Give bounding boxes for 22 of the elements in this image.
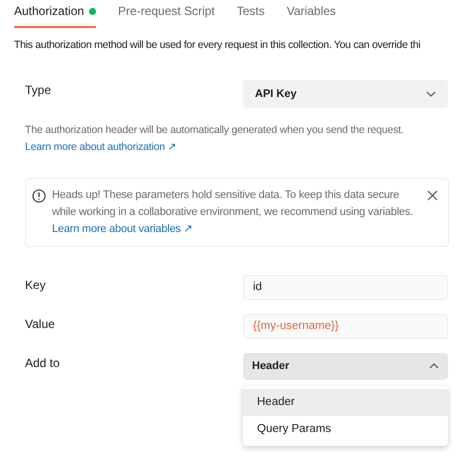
- close-icon[interactable]: [427, 190, 438, 201]
- description-text: This authorization method will be used for every request in this collection. You can override thi: [13, 38, 420, 53]
- tab[interactable]: Variables: [286, 2, 336, 28]
- chevron-icon: [426, 90, 436, 97]
- field-label: Add to: [25, 354, 61, 372]
- variables-link[interactable]: Learn more about variables ↗: [52, 222, 192, 235]
- alert-text: Heads up! These parameters hold sensitive data. To keep this data secure while working in a collaborative environment, we recommend using variables. Learn more about variables ↗: [52, 188, 414, 237]
- authorization-link[interactable]: Learn more about authorization ↗: [25, 140, 176, 153]
- add-to-dropdown[interactable]: Header: [243, 352, 448, 380]
- field-label: Key: [25, 276, 47, 294]
- field-label: Value: [25, 316, 56, 333]
- warning-icon: [32, 188, 46, 203]
- text-field[interactable]: id: [243, 274, 448, 300]
- chevron-icon: [429, 363, 439, 370]
- tab[interactable]: Pre-request Script: [118, 2, 215, 28]
- tab[interactable]: Tests: [236, 2, 265, 28]
- tab[interactable]: Authorization: [14, 2, 96, 28]
- field-label: Type: [25, 82, 52, 99]
- type-dropdown[interactable]: API Key: [243, 80, 448, 108]
- hint-text: The authorization header will be automatically generated when you send the request.: [25, 122, 405, 138]
- menu-item[interactable]: Header: [243, 388, 448, 416]
- menu-item[interactable]: Query Params: [243, 416, 448, 443]
